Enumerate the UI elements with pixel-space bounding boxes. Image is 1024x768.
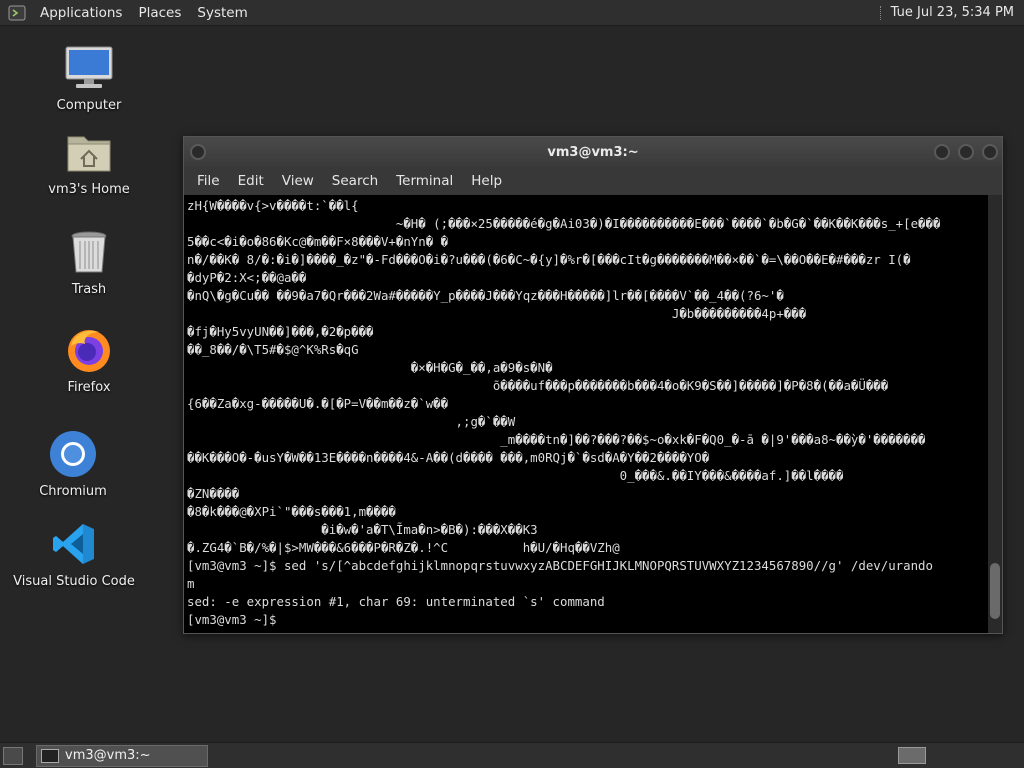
desktop-icon-chromium[interactable]: Chromium (34, 428, 112, 499)
menu-search[interactable]: Search (323, 173, 387, 189)
terminal-line: ո�/��K� 8/�:�i�]����_�z"�-Fd���O�i�?u���… (187, 252, 911, 267)
home-folder-icon (63, 126, 115, 178)
desktop-icon-label: Trash (71, 282, 107, 297)
menu-help[interactable]: Help (462, 173, 511, 189)
terminal-line: ~�H� (;���×25�����é�g�Ai03�)�I����������… (187, 216, 941, 231)
desktop-icon-label: Computer (56, 98, 122, 113)
menu-view[interactable]: View (273, 173, 323, 189)
desktop-icon-label: vm3's Home (48, 182, 130, 197)
menu-system[interactable]: System (189, 5, 255, 21)
menu-edit[interactable]: Edit (229, 173, 273, 189)
terminal-line: �fj�Hy5vyUN��]���,�2�p��� (187, 324, 374, 339)
terminal-line: �.ZG4�`B�/%�|$>MW���&6���P�R�Z�.!^C h�U/… (187, 540, 620, 555)
taskbar-item-label: vm3@vm3:~ (65, 748, 151, 763)
workspace-switcher[interactable] (898, 747, 926, 764)
scroll-thumb[interactable] (990, 563, 1000, 619)
terminal-line: ��_8��/�\T5#�$@^K%Rs�qG (187, 342, 359, 357)
desktop-icon-home[interactable]: vm3's Home (40, 126, 138, 197)
terminal-line: 5��c<�i�o�86�Kϲ@�m��F×8���V+�nYn� � (187, 234, 449, 249)
close-button[interactable] (982, 144, 998, 160)
show-desktop-button[interactable] (3, 746, 23, 765)
trash-icon (63, 226, 115, 278)
window-menubar: File Edit View Search Terminal Help (184, 167, 1002, 195)
terminal-line: [vm3@vm3 ~]$ sed 's/[^abcdefghijklmnopqr… (187, 558, 933, 573)
window-titlebar[interactable]: vm3@vm3:~ (184, 137, 1002, 167)
clock[interactable]: Tue Jul 23, 5:34 PM (891, 5, 1024, 20)
terminal-line: ,;g�`��W (187, 414, 516, 429)
terminal-line: {6��Za�xg-�����U�.�[�P=V��m��z�`w�� (187, 396, 449, 411)
desktop-icon-label: Chromium (39, 484, 107, 499)
desktop-icon-firefox[interactable]: Firefox (50, 324, 128, 395)
terminal-line: [vm3@vm3 ~]$ (187, 612, 284, 627)
minimize-button[interactable] (934, 144, 950, 160)
desktop-icon-computer[interactable]: Computer (50, 42, 128, 113)
bottom-panel: vm3@vm3:~ (0, 742, 1024, 768)
firefox-icon (63, 324, 115, 376)
window-title: vm3@vm3:~ (547, 144, 639, 160)
terminal-line: ��K���O�-�usY�W��13E����n����4&-A��(d���… (187, 450, 710, 465)
menu-places[interactable]: Places (130, 5, 189, 21)
terminal-icon (41, 748, 59, 763)
panel-separator (879, 5, 883, 20)
terminal-line: sed: -e expression #1, char 69: untermin… (187, 594, 605, 609)
terminal-line: �8�k���@�XPi`"���s���1,m���� (187, 504, 396, 519)
terminal-line: 0_���&.��IY���&����af.]��l���� (187, 468, 844, 483)
terminal-line: J�b���������4p+��� (187, 306, 807, 321)
desktop-icon-label: Visual Studio Code (13, 574, 135, 589)
terminal-line: �dyP�2:X<;��@a�� (187, 270, 307, 285)
chromium-icon (47, 428, 99, 480)
top-panel: Applications Places System Tue Jul 23, 5… (0, 0, 1024, 26)
terminal-line: õ����uf���p�������b���4�o�K9�S��]�����]�… (187, 378, 889, 393)
terminal-line: �i�w�'a�T\Ĩma�n>�B�):���X��K3 (187, 522, 538, 537)
desktop-icon-label: Firefox (67, 380, 111, 395)
menu-file[interactable]: File (188, 173, 229, 189)
computer-icon (63, 42, 115, 94)
taskbar-item-terminal[interactable]: vm3@vm3:~ (36, 744, 208, 767)
maximize-button[interactable] (958, 144, 974, 160)
terminal-line: �nQ\�g�Cu�� ��9�a7�Qr���2Wa#�����Y_p����… (187, 288, 784, 303)
terminal-window[interactable]: vm3@vm3:~ File Edit View Search Terminal… (183, 136, 1003, 634)
vscode-icon (48, 518, 100, 570)
desktop-icon-trash[interactable]: Trash (50, 226, 128, 297)
terminal-line: �ZN���� (187, 486, 240, 501)
terminal-line: zH{W����v{>v����t:`��l{ (187, 198, 359, 213)
terminal-output[interactable]: zH{W����v{>v����t:`��l{ ~�H� (;���×25���… (184, 195, 988, 633)
terminal-scrollbar[interactable] (988, 195, 1002, 633)
desktop-icon-vscode[interactable]: Visual Studio Code (13, 518, 135, 589)
terminal-line: m (187, 576, 195, 591)
terminal-line: _m����tn�]��?���?��$~o�xk�F�Q0_�-ā �|9'�… (187, 432, 926, 447)
menu-applications[interactable]: Applications (32, 5, 130, 21)
menu-terminal[interactable]: Terminal (387, 173, 462, 189)
terminal-app-icon[interactable] (8, 4, 26, 22)
terminal-line: �×�H�G�_��,a�9�s�N� (187, 360, 553, 375)
